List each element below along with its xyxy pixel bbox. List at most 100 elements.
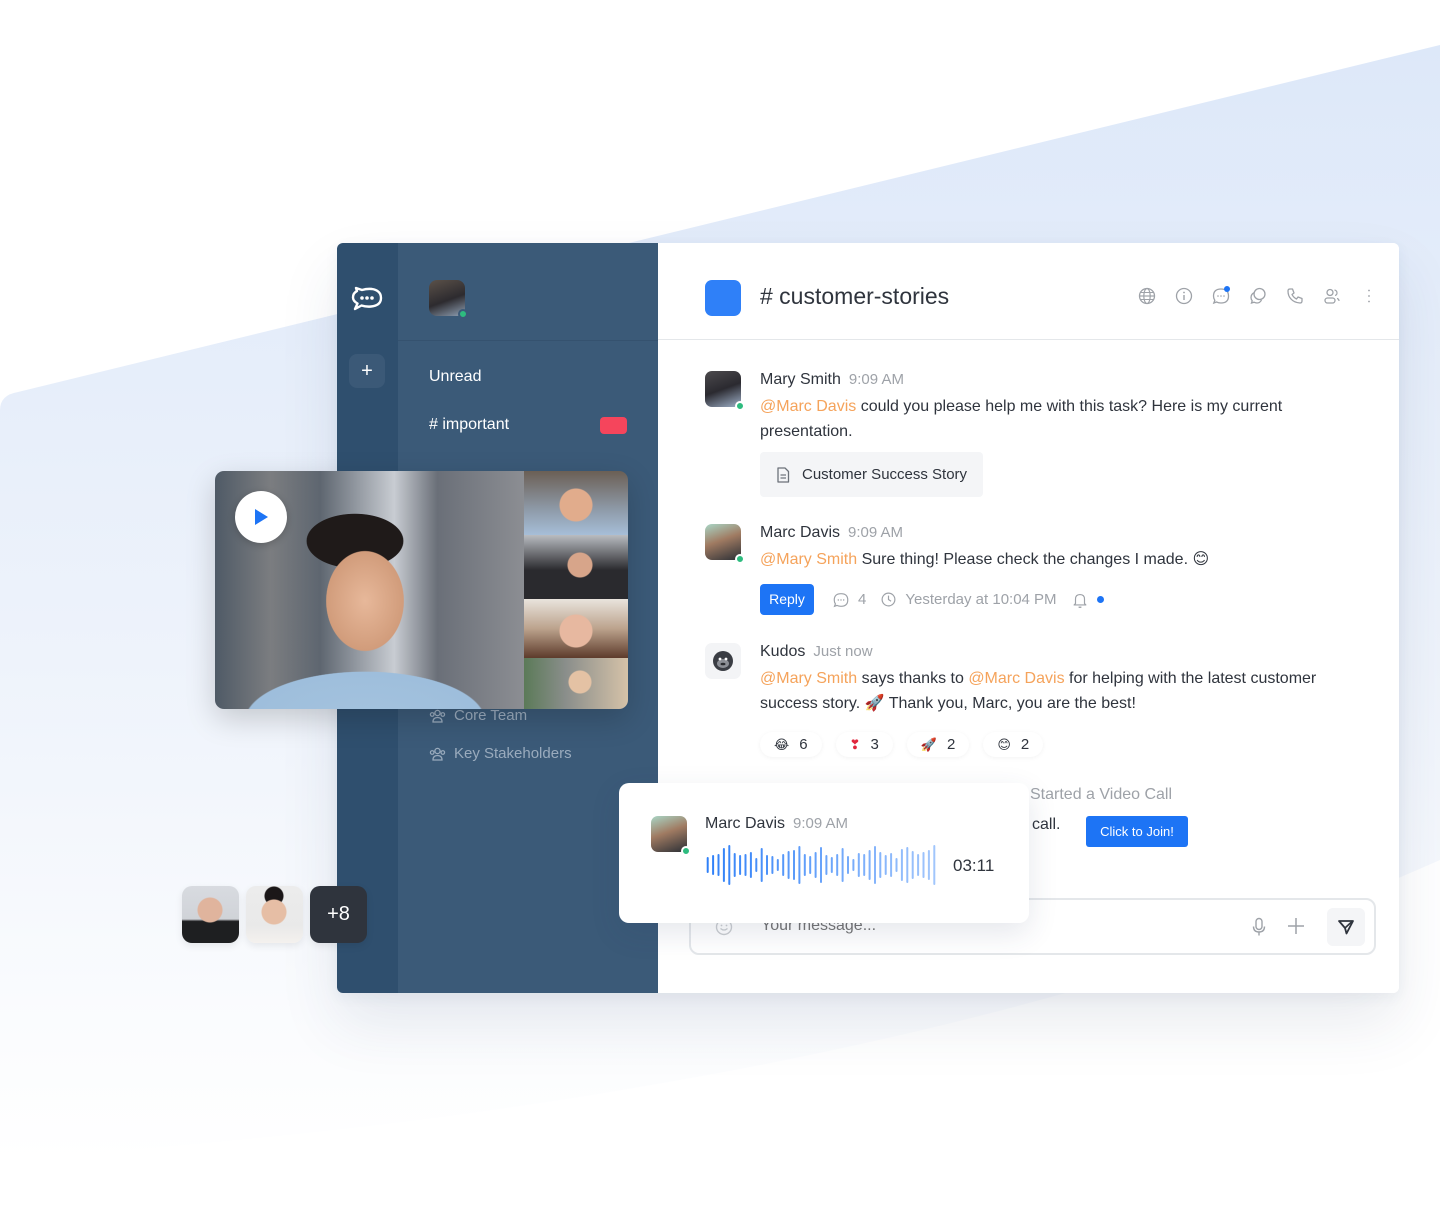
attachment-name: Customer Success Story — [802, 466, 968, 483]
waveform-bar — [836, 854, 839, 876]
waveform-bar — [766, 855, 768, 875]
plus-icon[interactable] — [1286, 916, 1306, 936]
waveform-bar — [787, 851, 790, 879]
message-author[interactable]: Marc Davis — [705, 815, 785, 832]
avatar[interactable] — [651, 816, 691, 856]
waveform-bar — [755, 858, 758, 872]
kebab-menu-icon[interactable] — [1359, 286, 1379, 306]
message-author[interactable]: Mary Smith — [760, 371, 841, 388]
message-text: @Marc Davis could you please help me wit… — [760, 398, 1283, 440]
waveform-bar — [733, 853, 736, 877]
message-author[interactable]: Marc Davis — [760, 524, 840, 541]
sidebar-item-label: Key Stakeholders — [454, 745, 572, 762]
discussion-icon[interactable] — [1211, 286, 1231, 306]
laughing-emoji-icon: 😂 — [774, 736, 790, 752]
avatar[interactable] — [182, 886, 239, 943]
message-time: 9:09 AM — [848, 524, 904, 541]
avatar[interactable] — [705, 371, 745, 411]
avatar[interactable] — [246, 886, 303, 943]
team-icon — [429, 709, 446, 723]
file-attachment[interactable]: Customer Success Story — [760, 452, 984, 497]
waveform-bar — [798, 846, 801, 884]
send-button[interactable] — [1327, 908, 1365, 946]
smile-emoji-icon: 😊 — [997, 736, 1011, 752]
reaction-rocket[interactable]: 🚀 2 — [906, 732, 970, 757]
waveform-bar — [728, 845, 731, 885]
message-time: 9:09 AM — [793, 815, 849, 832]
plus-icon: + — [361, 360, 373, 382]
participants-avatar-group: +8 — [182, 886, 367, 943]
new-button[interactable]: + — [349, 354, 385, 388]
reaction-heart-exclamation[interactable]: ❣ 3 — [835, 732, 893, 757]
message-text: @Mary Smith Sure thing! Please check the… — [760, 551, 1210, 568]
play-icon — [255, 509, 268, 525]
waveform-bar — [890, 853, 893, 877]
clock-icon — [881, 592, 896, 607]
globe-icon[interactable] — [1137, 286, 1157, 306]
waveform-bar — [847, 856, 849, 874]
rocket-emoji-icon: 🚀 — [920, 736, 937, 752]
sidebar-item-unread[interactable]: Unread — [429, 368, 481, 386]
mention-link[interactable]: @Marc Davis — [968, 670, 1064, 687]
message-author[interactable]: Kudos — [760, 643, 805, 660]
video-call-system-message: Started a Video Call — [1030, 786, 1173, 803]
message-text: @Mary Smith says thanks to @Marc Davis f… — [760, 670, 1317, 712]
room-avatar — [705, 280, 741, 316]
audio-waveform[interactable] — [705, 843, 937, 887]
sidebar-header — [398, 243, 658, 341]
waveform-bar — [900, 849, 903, 881]
video-participant-tile — [524, 471, 628, 535]
thread-replies-icon — [833, 592, 849, 607]
unread-dot — [1096, 596, 1104, 603]
video-participant-tile — [524, 535, 628, 599]
play-button[interactable] — [235, 491, 287, 543]
waveform-bar — [803, 854, 806, 876]
waveform-bar — [744, 854, 747, 876]
waveform-bar — [793, 850, 795, 880]
mention-link[interactable]: @Mary Smith — [760, 551, 857, 568]
waveform-bar — [895, 858, 898, 872]
reaction-count: 3 — [870, 736, 879, 753]
current-user-avatar[interactable] — [429, 280, 468, 319]
mention-link[interactable]: @Marc Davis — [760, 398, 856, 415]
sidebar-item-label: Core Team — [454, 707, 528, 724]
waveform-bar — [927, 850, 930, 880]
reaction-smile[interactable]: 😊 2 — [983, 732, 1044, 757]
online-status-indicator — [681, 846, 691, 856]
video-participant-tile — [524, 658, 628, 709]
waveform-bar — [884, 855, 887, 875]
waveform-bar — [852, 859, 855, 871]
reply-button[interactable]: Reply — [760, 584, 814, 615]
more-participants-badge[interactable]: +8 — [310, 886, 367, 943]
bell-icon[interactable] — [1071, 591, 1089, 609]
waveform-bar — [739, 855, 742, 875]
reactions: 😂 6 ❣ 3 🚀 2 😊 2 — [760, 732, 1320, 757]
sidebar-item-key-stakeholders[interactable]: Key Stakeholders — [429, 745, 572, 762]
message-time: 9:09 AM — [848, 371, 904, 388]
thread-info: Reply 4 Yesterday at 10:04 PM — [760, 584, 1320, 615]
threads-icon[interactable] — [1248, 286, 1268, 306]
avatar[interactable] — [705, 524, 745, 564]
file-icon — [777, 466, 790, 483]
waveform-bar — [717, 854, 720, 876]
members-icon[interactable] — [1322, 286, 1342, 306]
online-status-indicator — [458, 309, 468, 319]
info-icon[interactable] — [1174, 286, 1194, 306]
chat-bubble-logo-icon[interactable] — [349, 281, 385, 317]
phone-icon[interactable] — [1285, 286, 1305, 306]
video-call-preview[interactable] — [215, 471, 628, 709]
waveform-bar — [868, 850, 871, 880]
join-call-button[interactable]: Click to Join! — [1086, 816, 1188, 847]
mention-link[interactable]: @Mary Smith — [760, 670, 857, 687]
sidebar-item-important[interactable]: # important — [429, 416, 627, 434]
room-toolbar — [1137, 286, 1379, 306]
waveform-bar — [874, 846, 876, 884]
sidebar-item-label: # important — [429, 416, 510, 433]
avatar[interactable] — [705, 643, 741, 679]
microphone-icon[interactable] — [1250, 917, 1268, 937]
reaction-laughing[interactable]: 😂 6 — [760, 732, 822, 757]
waveform-bar — [760, 848, 763, 882]
waveform-bar — [917, 854, 920, 876]
waveform-bar — [830, 857, 833, 873]
sidebar-item-core-team[interactable]: Core Team — [429, 707, 527, 724]
